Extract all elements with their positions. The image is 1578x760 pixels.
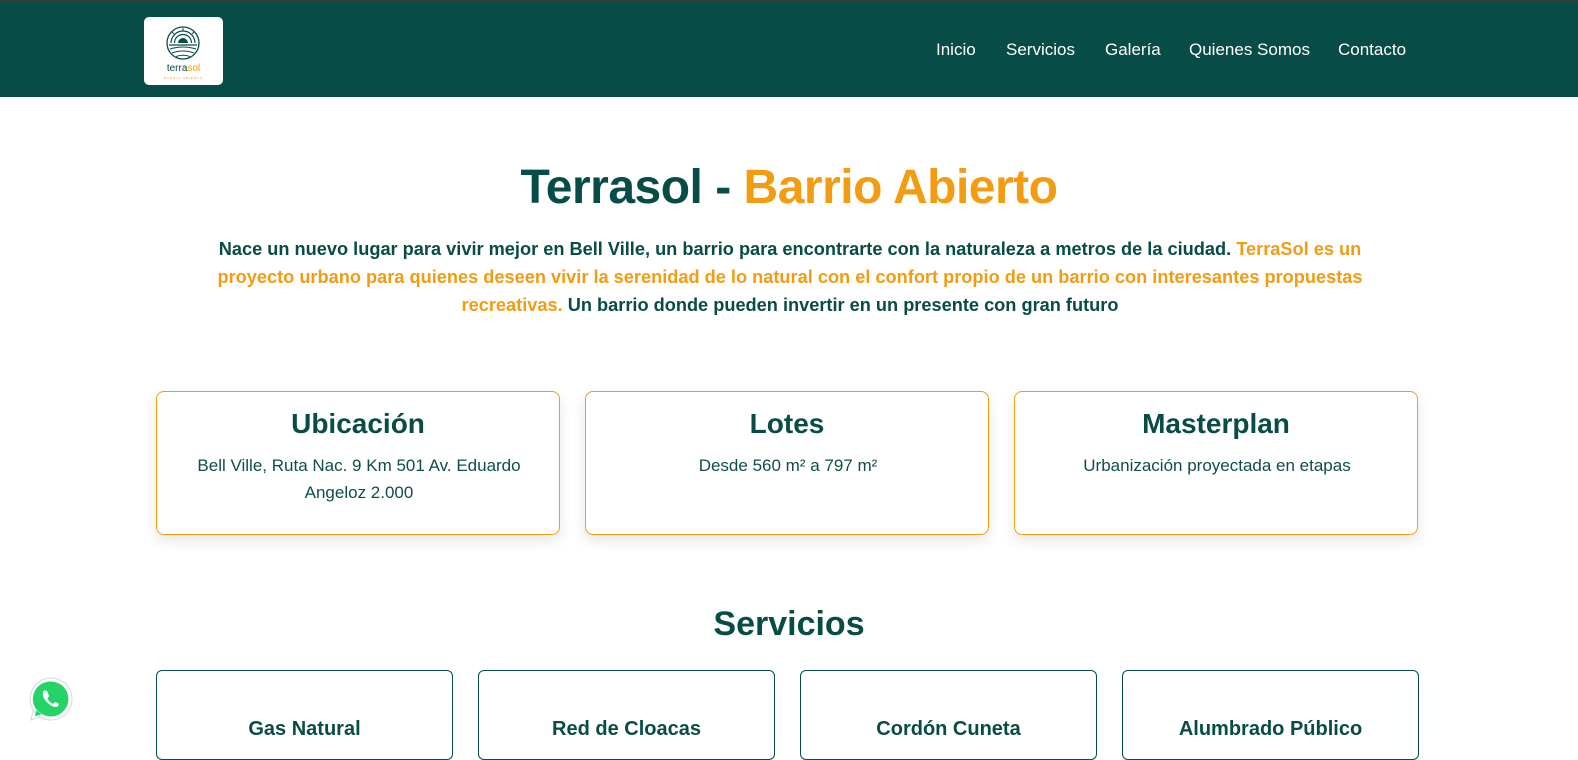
info-card-lotes: Lotes Desde 560 m² a 797 m² [585, 391, 989, 535]
info-card-text: Desde 560 m² a 797 m² [698, 456, 878, 475]
service-card-label: Gas Natural [248, 718, 361, 740]
service-card-label: Cordón Cuneta [876, 718, 1021, 740]
info-card-title: Lotes [749, 408, 825, 439]
service-card-cordon-cuneta: Cordón Cuneta [800, 670, 1097, 760]
info-card-ubicacion: Ubicación Bell Ville, Ruta Nac. 9 Km 501… [156, 391, 560, 535]
logo-wordmark: terrasol [166, 63, 201, 74]
info-card-title: Ubicación [291, 408, 425, 439]
info-card-masterplan: Masterplan Urbanización proyectada en et… [1014, 391, 1418, 535]
info-card-title: Masterplan [1142, 408, 1290, 439]
whatsapp-button[interactable] [28, 676, 74, 722]
nav-link-servicios[interactable]: Servicios [1006, 40, 1075, 60]
service-card-alumbrado-publico: Alumbrado Público [1122, 670, 1419, 760]
services-section-title: Servicios [713, 605, 865, 643]
nav-link-quienes-somos[interactable]: Quienes Somos [1189, 40, 1310, 60]
hero-description: Nace un nuevo lugar para vivir mejor en … [217, 239, 1363, 315]
nav-link-contacto[interactable]: Contacto [1338, 40, 1406, 60]
service-card-red-de-cloacas: Red de Cloacas [478, 670, 775, 760]
info-card-text: Urbanización proyectada en etapas [1083, 456, 1351, 475]
nav-link-galeria[interactable]: Galería [1105, 40, 1161, 60]
service-card-label: Alumbrado Público [1178, 718, 1363, 740]
logo-tagline: BARRIO ABIERTO [163, 76, 204, 80]
service-card-gas-natural: Gas Natural [156, 670, 453, 760]
nav-link-inicio[interactable]: Inicio [936, 40, 976, 60]
top-navbar: terrasol BARRIO ABIERTO Inicio Servicios… [0, 0, 1578, 97]
main-nav: Inicio Servicios Galería Quienes Somos C… [0, 40, 1578, 64]
hero-title: Terrasol - Barrio Abierto [520, 161, 1058, 214]
info-card-text: Bell Ville, Ruta Nac. 9 Km 501 Av. Eduar… [197, 456, 521, 502]
service-card-label: Red de Cloacas [552, 718, 701, 740]
whatsapp-icon [29, 677, 73, 721]
